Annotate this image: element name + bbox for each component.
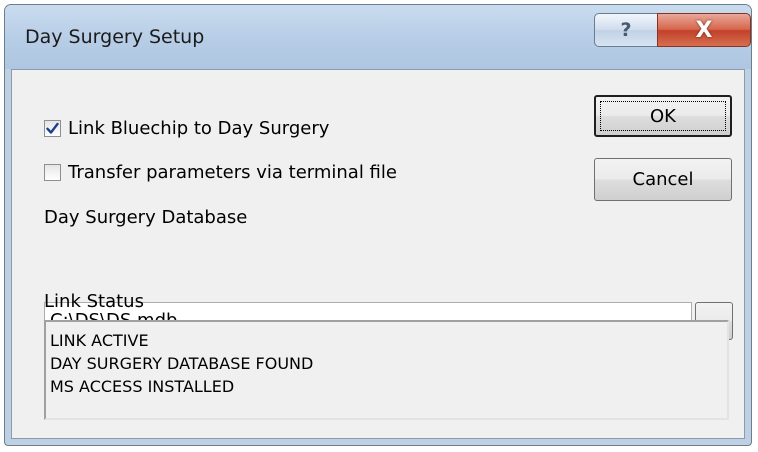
status-label: Link Status (44, 291, 144, 312)
cancel-button[interactable]: Cancel (594, 158, 732, 201)
link-checkbox[interactable] (44, 120, 61, 137)
help-button[interactable]: ? (594, 13, 658, 47)
status-line: DAY SURGERY DATABASE FOUND (50, 354, 314, 373)
close-icon: X (695, 17, 713, 43)
status-line: LINK ACTIVE (50, 331, 149, 350)
window-title: Day Surgery Setup (25, 26, 205, 48)
transfer-checkbox-label[interactable]: Transfer parameters via terminal file (68, 162, 397, 183)
status-line: MS ACCESS INSTALLED (50, 377, 235, 396)
transfer-checkbox-row[interactable]: Transfer parameters via terminal file (44, 162, 397, 183)
transfer-checkbox[interactable] (44, 164, 61, 181)
focus-rectangle (600, 101, 726, 131)
link-status-box: LINK ACTIVE DAY SURGERY DATABASE FOUND M… (44, 320, 729, 420)
cancel-button-label: Cancel (632, 169, 694, 190)
close-button[interactable]: X (657, 13, 751, 47)
database-label: Day Surgery Database (44, 207, 248, 228)
title-bar[interactable]: Day Surgery Setup ? X (5, 5, 751, 69)
link-checkbox-label[interactable]: Link Bluechip to Day Surgery (68, 118, 329, 139)
ok-button[interactable]: OK (594, 95, 732, 137)
dialog-body: Link Bluechip to Day Surgery Transfer pa… (11, 69, 745, 439)
check-icon (46, 122, 59, 134)
help-icon: ? (620, 19, 632, 41)
link-checkbox-row[interactable]: Link Bluechip to Day Surgery (44, 118, 329, 139)
dialog-window: Day Surgery Setup ? X Link Bluechip to D… (4, 4, 752, 446)
